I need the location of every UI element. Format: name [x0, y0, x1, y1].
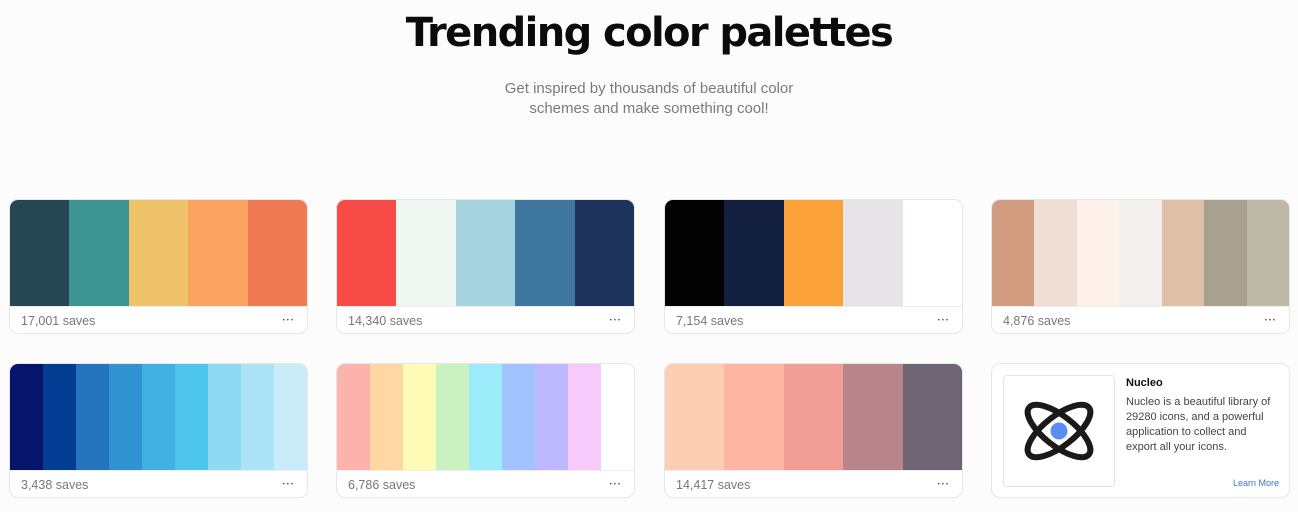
color-swatch[interactable] — [370, 364, 403, 470]
save-count: 3,438 saves — [21, 477, 89, 492]
save-count: 7,154 saves — [676, 313, 744, 328]
color-swatch[interactable] — [188, 200, 248, 306]
color-swatch[interactable] — [515, 200, 575, 306]
color-swatch[interactable] — [1119, 200, 1162, 306]
color-swatch[interactable] — [992, 200, 1035, 306]
more-options-icon[interactable]: ••• — [1265, 316, 1277, 326]
nucleo-atom-icon — [1024, 401, 1094, 461]
more-options-icon[interactable]: ••• — [938, 480, 950, 490]
color-swatch[interactable] — [10, 200, 70, 306]
color-swatch[interactable] — [1161, 200, 1205, 306]
palette-swatches — [337, 364, 634, 470]
save-count: 6,786 saves — [348, 477, 416, 492]
nucleo-logo[interactable] — [1003, 375, 1115, 487]
color-swatch[interactable] — [1076, 200, 1120, 306]
color-swatch[interactable] — [535, 364, 568, 470]
page-title: Trending color palettes — [405, 10, 894, 56]
palette-card[interactable]: 7,154 saves ••• — [664, 199, 963, 334]
palette-footer: 4,876 saves ••• — [992, 306, 1289, 333]
color-swatch[interactable] — [175, 364, 208, 470]
color-swatch[interactable] — [247, 200, 307, 306]
color-swatch[interactable] — [1246, 200, 1289, 306]
color-swatch[interactable] — [783, 364, 844, 470]
color-swatch[interactable] — [403, 364, 436, 470]
color-swatch[interactable] — [665, 200, 725, 306]
color-swatch[interactable] — [502, 364, 535, 470]
palette-swatches — [10, 200, 307, 306]
palette-swatches — [665, 200, 962, 306]
color-swatch[interactable] — [1204, 200, 1247, 306]
color-swatch[interactable] — [337, 364, 370, 470]
color-swatch[interactable] — [69, 200, 129, 306]
palette-swatches — [337, 200, 634, 306]
color-swatch[interactable] — [1034, 200, 1077, 306]
color-swatch[interactable] — [843, 364, 903, 470]
color-swatch[interactable] — [724, 364, 784, 470]
save-count: 14,417 saves — [676, 477, 751, 492]
palette-footer: 6,786 saves ••• — [337, 470, 634, 497]
color-swatch[interactable] — [843, 200, 903, 306]
palette-card[interactable]: 17,001 saves ••• — [9, 199, 308, 334]
palette-footer: 3,438 saves ••• — [10, 470, 307, 497]
palette-swatches — [992, 200, 1289, 306]
ad-title: Nucleo — [1126, 377, 1163, 389]
save-count: 17,001 saves — [21, 313, 96, 328]
color-swatch[interactable] — [109, 364, 142, 470]
palette-swatches — [665, 364, 962, 470]
palette-card[interactable]: 14,417 saves ••• — [664, 363, 963, 498]
color-swatch[interactable] — [902, 200, 962, 306]
page-subtitle: Get inspired by thousands of beautiful c… — [504, 80, 794, 117]
palette-card[interactable]: 14,340 saves ••• — [336, 199, 635, 334]
palette-card[interactable]: 3,438 saves ••• — [9, 363, 308, 498]
palette-card[interactable]: 6,786 saves ••• — [336, 363, 635, 498]
color-swatch[interactable] — [10, 364, 43, 470]
color-swatch[interactable] — [724, 200, 784, 306]
color-swatch[interactable] — [665, 364, 725, 470]
color-swatch[interactable] — [43, 364, 76, 470]
more-options-icon[interactable]: ••• — [283, 316, 295, 326]
color-swatch[interactable] — [241, 364, 274, 470]
color-swatch[interactable] — [469, 364, 502, 470]
color-swatch[interactable] — [574, 200, 634, 306]
palette-footer: 14,417 saves ••• — [665, 470, 962, 497]
color-swatch[interactable] — [76, 364, 109, 470]
learn-more-link[interactable]: Learn More — [1233, 478, 1279, 488]
color-swatch[interactable] — [902, 364, 962, 470]
color-swatch[interactable] — [337, 200, 397, 306]
color-swatch[interactable] — [436, 364, 469, 470]
palette-footer: 17,001 saves ••• — [10, 306, 307, 333]
nucleo-ad-card[interactable]: Nucleo Nucleo is a beautiful library of … — [991, 363, 1290, 498]
save-count: 4,876 saves — [1003, 313, 1071, 328]
save-count: 14,340 saves — [348, 313, 423, 328]
color-swatch[interactable] — [455, 200, 516, 306]
color-swatch[interactable] — [568, 364, 601, 470]
color-swatch[interactable] — [601, 364, 634, 470]
color-swatch[interactable] — [128, 200, 189, 306]
color-swatch[interactable] — [208, 364, 241, 470]
color-swatch[interactable] — [783, 200, 844, 306]
more-options-icon[interactable]: ••• — [610, 316, 622, 326]
ad-description: Nucleo is a beautiful library of 29280 i… — [1126, 396, 1271, 453]
palette-swatches — [10, 364, 307, 470]
color-swatch[interactable] — [274, 364, 307, 470]
palette-footer: 7,154 saves ••• — [665, 306, 962, 333]
palette-card[interactable]: 4,876 saves ••• — [991, 199, 1290, 334]
more-options-icon[interactable]: ••• — [610, 480, 622, 490]
more-options-icon[interactable]: ••• — [938, 316, 950, 326]
color-swatch[interactable] — [142, 364, 175, 470]
color-swatch[interactable] — [396, 200, 456, 306]
palette-footer: 14,340 saves ••• — [337, 306, 634, 333]
more-options-icon[interactable]: ••• — [283, 480, 295, 490]
